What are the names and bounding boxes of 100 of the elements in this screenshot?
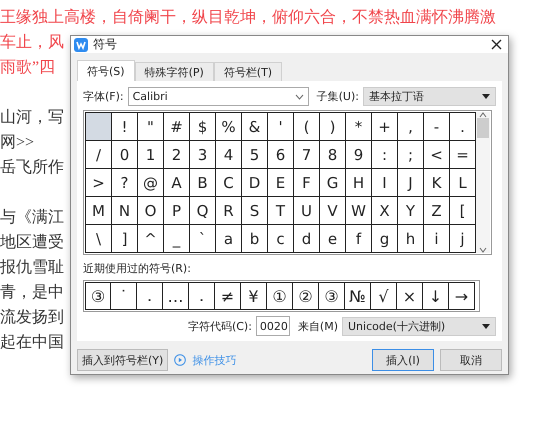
chevron-down-icon[interactable] — [479, 247, 487, 253]
recent-symbol-cell[interactable]: … — [163, 282, 189, 310]
symbol-cell[interactable]: A — [164, 169, 190, 197]
symbol-cell[interactable]: d — [294, 225, 320, 253]
symbol-cell[interactable]: 0 — [112, 141, 138, 169]
recent-symbol-cell[interactable]: ③ — [85, 282, 111, 310]
symbol-cell[interactable]: b — [242, 225, 268, 253]
symbol-cell[interactable]: 5 — [242, 141, 268, 169]
recent-symbol-cell[interactable]: → — [449, 282, 475, 310]
symbol-cell[interactable]: " — [138, 113, 164, 141]
symbol-cell[interactable]: . — [450, 113, 476, 141]
symbol-cell[interactable]: ( — [294, 113, 320, 141]
symbol-cell[interactable]: O — [138, 197, 164, 225]
symbol-cell[interactable]: 9 — [346, 141, 372, 169]
symbol-cell[interactable]: f — [346, 225, 372, 253]
symbol-cell[interactable]: h — [398, 225, 424, 253]
tab[interactable]: 符号(S) — [77, 60, 135, 81]
symbol-cell[interactable]: > — [86, 169, 112, 197]
symbol-cell[interactable]: Q — [190, 197, 216, 225]
symbol-cell[interactable]: # — [164, 113, 190, 141]
symbol-cell[interactable]: ` — [190, 225, 216, 253]
symbol-cell[interactable]: a — [216, 225, 242, 253]
close-icon[interactable] — [491, 39, 502, 50]
insert-to-bar-button[interactable]: 插入到符号栏(Y) — [77, 349, 168, 371]
recent-symbol-cell[interactable]: ˙ — [111, 282, 137, 310]
symbol-cell[interactable]: 4 — [216, 141, 242, 169]
tab[interactable]: 符号栏(T) — [214, 62, 282, 81]
symbol-cell[interactable]: _ — [164, 225, 190, 253]
symbol-cell[interactable]: D — [242, 169, 268, 197]
recent-symbol-cell[interactable]: √ — [371, 282, 397, 310]
symbol-cell[interactable]: / — [86, 141, 112, 169]
recent-symbol-cell[interactable]: × — [397, 282, 423, 310]
symbol-cell[interactable]: C — [216, 169, 242, 197]
symbol-cell[interactable]: e — [320, 225, 346, 253]
symbol-cell[interactable]: U — [294, 197, 320, 225]
recent-symbol-cell[interactable]: ② — [293, 282, 319, 310]
symbol-cell[interactable]: 3 — [190, 141, 216, 169]
symbol-cell[interactable]: N — [112, 197, 138, 225]
symbol-cell[interactable]: * — [346, 113, 372, 141]
symbol-cell[interactable]: , — [398, 113, 424, 141]
symbol-cell[interactable]: 8 — [320, 141, 346, 169]
symbol-cell[interactable]: B — [190, 169, 216, 197]
symbol-cell[interactable]: Y — [398, 197, 424, 225]
recent-symbol-cell[interactable]: ③ — [319, 282, 345, 310]
symbol-cell[interactable]: ) — [320, 113, 346, 141]
symbol-cell[interactable]: ? — [112, 169, 138, 197]
symbol-cell[interactable]: V — [320, 197, 346, 225]
encoding-dropdown[interactable]: Unicode(十六进制) — [342, 316, 496, 336]
symbol-cell[interactable]: % — [216, 113, 242, 141]
subset-dropdown[interactable]: 基本拉丁语 — [362, 87, 496, 106]
symbol-cell[interactable]: i — [424, 225, 450, 253]
symbol-cell[interactable]: M — [86, 197, 112, 225]
symbol-cell[interactable]: H — [346, 169, 372, 197]
symbol-cell[interactable]: 7 — [294, 141, 320, 169]
symbol-cell[interactable] — [86, 113, 112, 141]
symbol-cell[interactable]: j — [450, 225, 476, 253]
symbol-cell[interactable]: & — [242, 113, 268, 141]
symbol-cell[interactable]: 1 — [138, 141, 164, 169]
symbol-cell[interactable]: \ — [86, 225, 112, 253]
symbol-cell[interactable]: < — [424, 141, 450, 169]
cancel-button[interactable]: 取消 — [440, 349, 502, 371]
symbol-cell[interactable]: c — [268, 225, 294, 253]
symbol-cell[interactable]: J — [398, 169, 424, 197]
symbol-cell[interactable]: @ — [138, 169, 164, 197]
recent-symbol-cell[interactable]: ≠ — [215, 282, 241, 310]
symbol-cell[interactable]: ^ — [138, 225, 164, 253]
symbol-cell[interactable]: T — [268, 197, 294, 225]
symbol-cell[interactable]: = — [450, 141, 476, 169]
symbol-cell[interactable]: E — [268, 169, 294, 197]
symbol-cell[interactable]: P — [164, 197, 190, 225]
symbol-cell[interactable]: - — [424, 113, 450, 141]
symbol-cell[interactable]: S — [242, 197, 268, 225]
recent-symbol-cell[interactable]: ¥ — [241, 282, 267, 310]
symbol-cell[interactable]: G — [320, 169, 346, 197]
symbol-cell[interactable]: : — [372, 141, 398, 169]
symbol-cell[interactable]: Z — [424, 197, 450, 225]
char-code-field[interactable]: 0020 — [256, 316, 290, 336]
chevron-up-icon[interactable] — [479, 112, 487, 118]
recent-symbol-cell[interactable]: ↓ — [423, 282, 449, 310]
scrollbar[interactable] — [476, 112, 490, 253]
symbol-cell[interactable]: R — [216, 197, 242, 225]
symbol-cell[interactable]: 2 — [164, 141, 190, 169]
recent-symbol-cell[interactable]: ． — [137, 282, 163, 310]
tab[interactable]: 特殊字符(P) — [134, 62, 214, 81]
scrollbar-thumb[interactable] — [477, 118, 489, 138]
symbol-cell[interactable]: + — [372, 113, 398, 141]
symbol-cell[interactable]: [ — [450, 197, 476, 225]
symbol-cell[interactable]: L — [450, 169, 476, 197]
font-combobox[interactable]: Calibri — [128, 87, 309, 106]
symbol-cell[interactable]: W — [346, 197, 372, 225]
recent-symbol-cell[interactable]: ① — [267, 282, 293, 310]
symbol-cell[interactable]: $ — [190, 113, 216, 141]
symbol-cell[interactable]: I — [372, 169, 398, 197]
symbol-cell[interactable]: ; — [398, 141, 424, 169]
symbol-cell[interactable]: K — [424, 169, 450, 197]
symbol-cell[interactable]: ' — [268, 113, 294, 141]
symbol-cell[interactable]: 6 — [268, 141, 294, 169]
recent-symbol-cell[interactable]: № — [345, 282, 371, 310]
symbol-cell[interactable]: g — [372, 225, 398, 253]
symbol-cell[interactable]: F — [294, 169, 320, 197]
